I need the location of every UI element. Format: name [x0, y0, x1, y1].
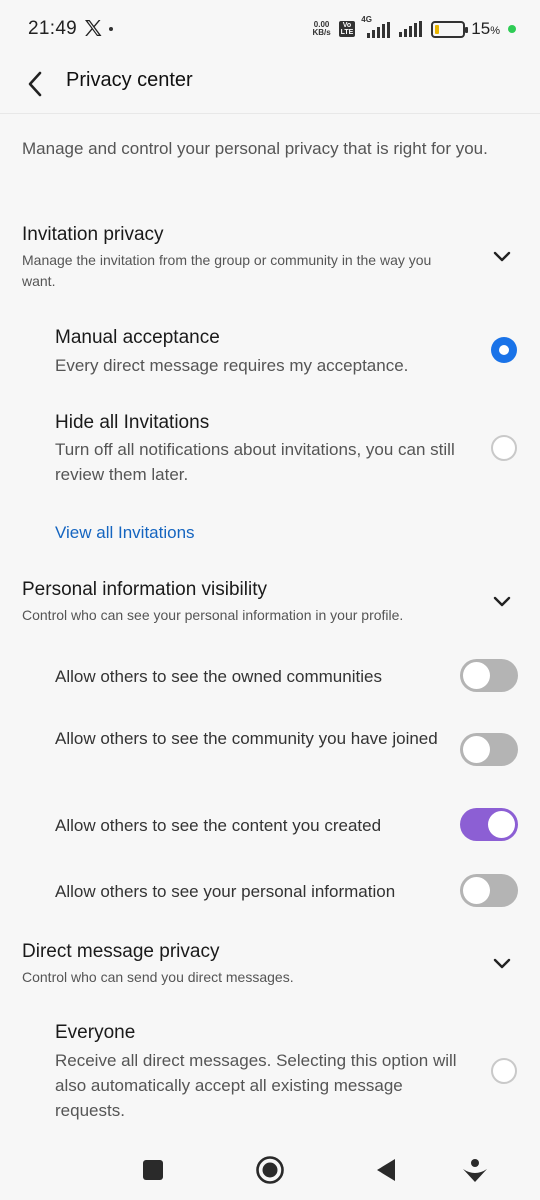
status-time: 21:49 — [28, 18, 78, 39]
page-title: Privacy center — [66, 69, 193, 91]
hide-invitations-radio[interactable] — [491, 435, 517, 461]
home-button[interactable] — [252, 1152, 288, 1188]
system-nav-bar — [0, 1140, 540, 1200]
option-description: Every direct message requires my accepta… — [55, 356, 409, 375]
toggle-label: Allow others to see the content you crea… — [55, 816, 382, 835]
signal-icon: 4G — [361, 15, 391, 38]
created-content-toggle[interactable] — [460, 808, 518, 841]
manual-acceptance-radio[interactable] — [491, 337, 517, 363]
direct-message-collapse-button[interactable] — [488, 950, 516, 978]
option-title: Hide all Invitations — [55, 412, 210, 433]
invitation-collapse-button[interactable] — [488, 243, 516, 271]
status-icons: 0.00 KB/s Vo LTE 4G 15% — [311, 15, 516, 42]
square-icon — [143, 1160, 163, 1180]
app-header: Privacy center — [0, 60, 540, 114]
back-button[interactable] — [20, 66, 50, 102]
notification-dot — [109, 27, 113, 31]
toggle-label: Allow others to see the owned communitie… — [55, 667, 382, 686]
section-description: Control who can send you direct messages… — [22, 969, 294, 985]
assistant-button[interactable] — [457, 1152, 493, 1188]
volte-icon: Vo LTE — [338, 21, 356, 37]
chevron-down-icon — [493, 596, 511, 607]
everyone-radio[interactable] — [491, 1058, 517, 1084]
chevron-down-icon — [493, 251, 511, 262]
visibility-collapse-button[interactable] — [488, 588, 516, 616]
recents-button[interactable] — [135, 1152, 171, 1188]
toggle-label: Allow others to see the community you ha… — [55, 729, 438, 748]
option-description: Turn off all notifications about invitat… — [55, 440, 455, 484]
battery-percent: 15% — [471, 19, 500, 38]
view-all-invitations-link[interactable]: View all Invitations — [55, 523, 195, 543]
section-title: Invitation privacy — [22, 224, 164, 245]
signal-2-icon — [399, 21, 423, 37]
home-circle-icon — [256, 1156, 284, 1184]
owned-communities-toggle[interactable] — [460, 659, 518, 692]
option-description: Receive all direct messages. Selecting t… — [55, 1051, 457, 1120]
battery-icon — [431, 20, 469, 38]
section-description: Manage the invitation from the group or … — [22, 252, 432, 289]
toggle-label: Allow others to see your personal inform… — [55, 882, 396, 901]
section-title: Direct message privacy — [22, 941, 220, 962]
triangle-back-icon — [377, 1159, 395, 1181]
personal-info-toggle[interactable] — [460, 874, 518, 907]
back-arrow-icon — [28, 71, 42, 97]
joined-communities-toggle[interactable] — [460, 733, 518, 766]
status-bar: 21:49 0.00 KB/s Vo LTE 4G 15% — [0, 0, 540, 60]
assistant-icon — [463, 1159, 487, 1182]
intro-text: Manage and control your personal privacy… — [22, 139, 488, 158]
option-title: Manual acceptance — [55, 327, 220, 348]
section-description: Control who can see your personal inform… — [22, 607, 404, 623]
net-speed: 0.00 KB/s — [312, 20, 331, 37]
privacy-indicator-dot — [508, 25, 516, 33]
section-title: Personal information visibility — [22, 579, 267, 600]
back-nav-button[interactable] — [368, 1152, 404, 1188]
chevron-down-icon — [493, 958, 511, 969]
option-title: Everyone — [55, 1022, 136, 1043]
x-logo-icon — [85, 20, 102, 36]
